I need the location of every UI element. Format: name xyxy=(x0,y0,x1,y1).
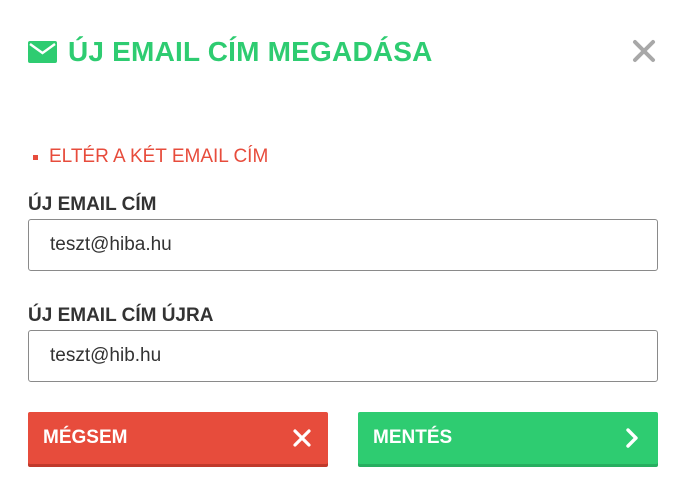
email-label: ÚJ EMAIL CÍM xyxy=(28,194,157,215)
close-icon[interactable] xyxy=(629,36,659,66)
close-icon xyxy=(291,427,313,449)
email-change-dialog: ÚJ EMAIL CÍM MEGADÁSA ELTÉR A KÉT EMAIL … xyxy=(0,0,690,491)
error-list: ELTÉR A KÉT EMAIL CÍM xyxy=(33,146,268,168)
error-message: ELTÉR A KÉT EMAIL CÍM xyxy=(49,146,269,167)
dialog-title: ÚJ EMAIL CÍM MEGADÁSA xyxy=(68,36,433,67)
dialog-header: ÚJ EMAIL CÍM MEGADÁSA xyxy=(28,32,662,72)
error-item: ELTÉR A KÉT EMAIL CÍM xyxy=(33,146,268,168)
email-confirm-label: ÚJ EMAIL CÍM ÚJRA xyxy=(28,305,214,326)
save-button[interactable]: MENTÉS xyxy=(358,412,658,464)
envelope-icon xyxy=(28,41,57,63)
email-input[interactable] xyxy=(28,219,658,271)
save-button-label: MENTÉS xyxy=(373,427,453,448)
cancel-button[interactable]: MÉGSEM xyxy=(28,412,328,464)
cancel-button-label: MÉGSEM xyxy=(43,427,128,448)
chevron-right-icon xyxy=(621,427,643,449)
error-bullet xyxy=(33,154,38,160)
email-confirm-input[interactable] xyxy=(28,330,658,382)
